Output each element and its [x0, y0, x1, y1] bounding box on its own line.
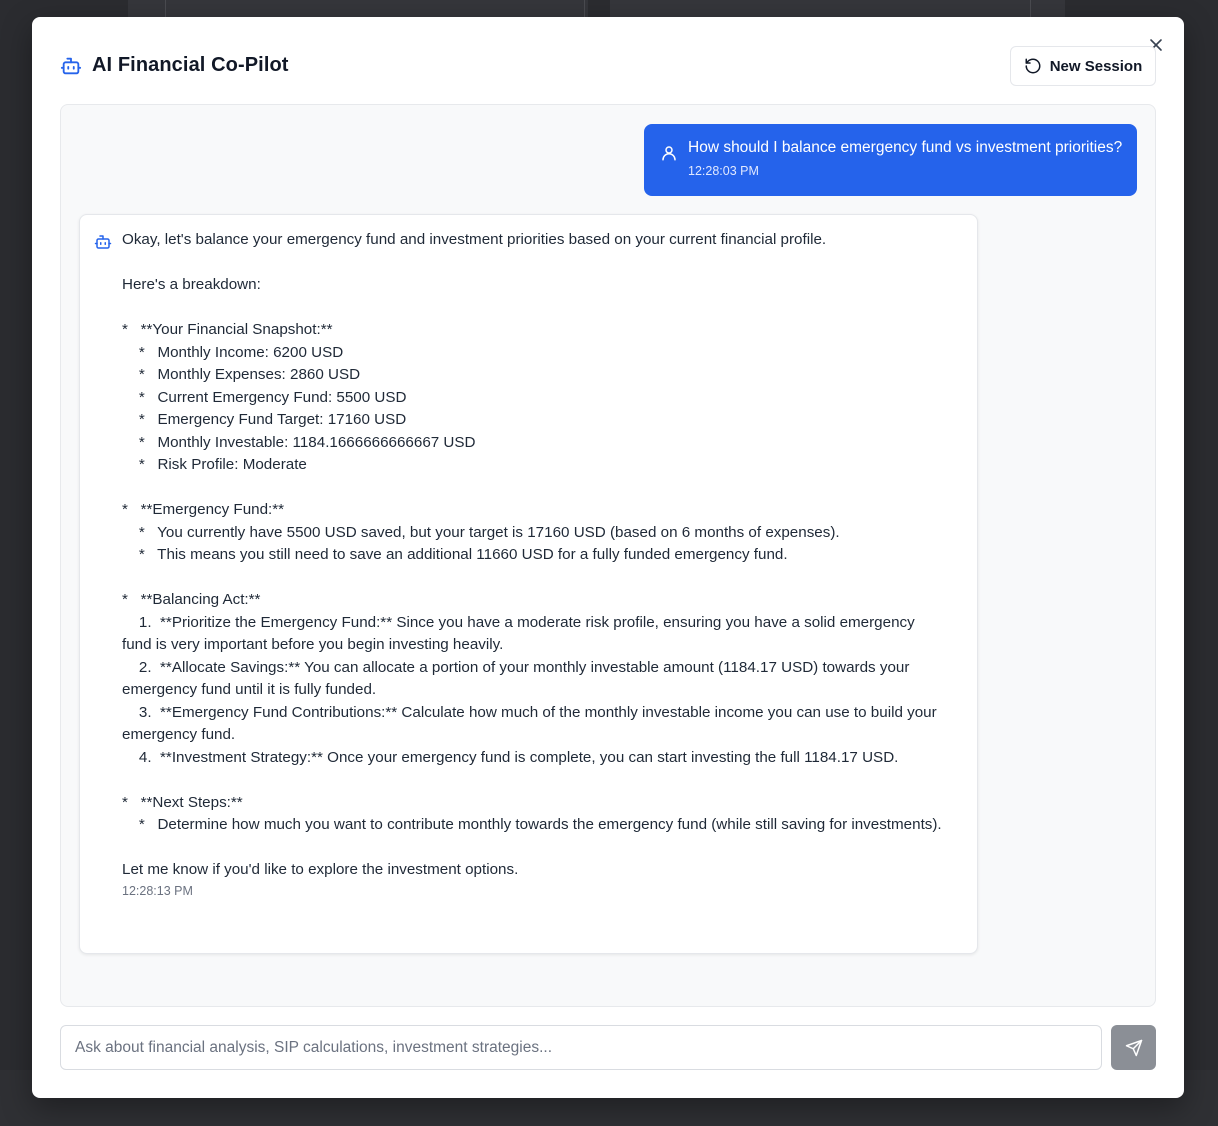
- user-message-text: How should I balance emergency fund vs i…: [688, 139, 1123, 156]
- assistant-message-text: Okay, let's balance your emergency fund …: [122, 231, 942, 878]
- chat-input[interactable]: [60, 1025, 1102, 1070]
- copilot-dialog: AI Financial Co-Pilot New Session How sh…: [32, 17, 1184, 1098]
- background-panel: [128, 0, 588, 18]
- assistant-message: Okay, let's balance your emergency fund …: [79, 214, 978, 954]
- user-message: How should I balance emergency fund vs i…: [644, 124, 1137, 196]
- send-button[interactable]: [1111, 1025, 1156, 1070]
- new-session-label: New Session: [1049, 57, 1143, 75]
- dialog-title: AI Financial Co-Pilot: [92, 54, 289, 76]
- background-divider: [584, 0, 585, 18]
- refresh-icon: [1025, 58, 1041, 74]
- send-icon: [1125, 1039, 1142, 1056]
- assistant-message-timestamp: 12:28:13 PM: [122, 883, 193, 898]
- bot-icon: [60, 57, 82, 74]
- background-divider: [165, 0, 166, 18]
- bot-icon: [94, 235, 112, 249]
- background-panel: [610, 0, 1065, 18]
- user-icon: [662, 146, 676, 161]
- chat-history[interactable]: How should I balance emergency fund vs i…: [60, 104, 1156, 1007]
- new-session-button[interactable]: New Session: [1010, 46, 1156, 86]
- background-divider: [1030, 0, 1031, 18]
- dialog-header: AI Financial Co-Pilot: [60, 54, 289, 77]
- user-message-timestamp: 12:28:03 PM: [688, 164, 759, 178]
